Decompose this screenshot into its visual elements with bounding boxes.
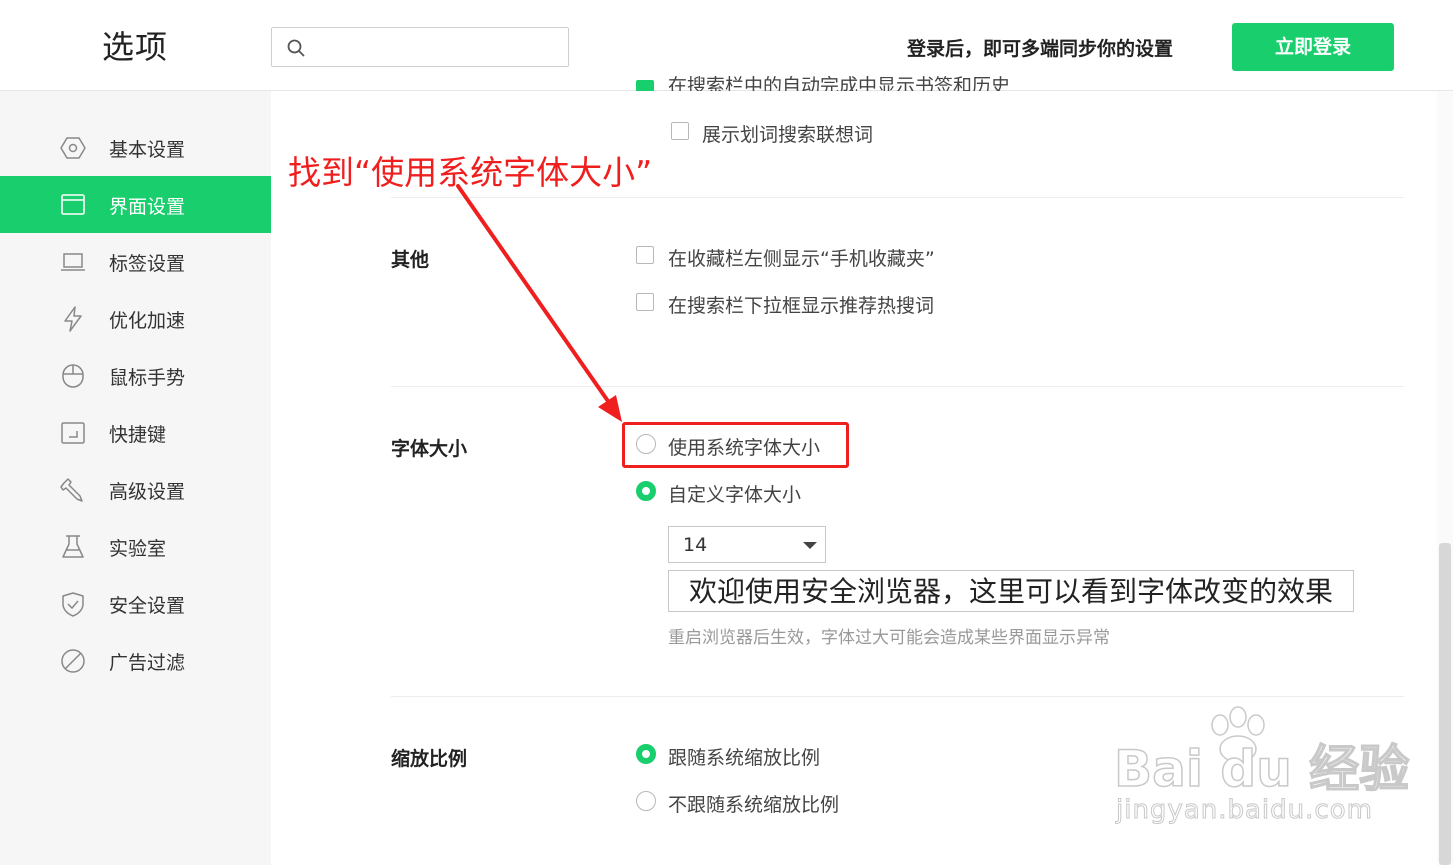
font-size-value: 14	[683, 534, 708, 556]
sidebar: 基本设置 界面设置 标签设置 优化加速 鼠标手势 快捷键 高级设置 实验室 安全…	[0, 91, 271, 865]
sidebar-item-label: 实验室	[109, 538, 167, 560]
no-follow-zoom-label: 不跟随系统缩放比例	[668, 794, 840, 816]
annotation-text: 找到“使用系统字体大小”	[288, 153, 653, 192]
page-title: 选项	[102, 28, 169, 66]
font-size-select[interactable]: 14	[668, 526, 826, 563]
sidebar-item-tab-settings[interactable]: 标签设置	[0, 233, 271, 290]
wrench-icon	[60, 478, 83, 502]
no-follow-zoom-radio[interactable]	[636, 791, 656, 811]
watermark-brand-text: Bai du 经验	[1113, 739, 1410, 799]
section-divider	[391, 197, 1404, 198]
search-input[interactable]	[314, 34, 558, 62]
gear-icon	[60, 137, 86, 159]
section-label-other: 其他	[391, 249, 430, 271]
ban-icon	[61, 649, 85, 673]
keyboard-icon	[61, 422, 85, 444]
sidebar-item-advanced[interactable]: 高级设置	[0, 461, 271, 518]
font-preview-box: 欢迎使用安全浏览器，这里可以看到字体改变的效果	[668, 570, 1354, 612]
chevron-down-icon	[803, 542, 817, 549]
search-box[interactable]	[271, 27, 569, 67]
sidebar-item-basic-settings[interactable]: 基本设置	[0, 119, 271, 176]
sidebar-item-interface-settings[interactable]: 界面设置	[0, 176, 271, 233]
window-icon	[61, 194, 85, 215]
sidebar-item-label: 高级设置	[109, 481, 186, 503]
baidu-jingyan-watermark: Bai du 经验 jingyan.baidu.com	[1110, 705, 1410, 835]
suggest-words-checkbox[interactable]	[671, 122, 689, 140]
search-icon	[287, 39, 305, 57]
scroll-clip	[630, 91, 1190, 101]
tab-icon	[61, 253, 85, 271]
sidebar-item-label: 安全设置	[109, 595, 186, 617]
follow-system-zoom-radio[interactable]	[636, 744, 656, 764]
section-divider	[391, 386, 1404, 387]
mobile-favorites-checkbox[interactable]	[636, 246, 654, 264]
sidebar-item-label: 广告过滤	[109, 652, 186, 674]
suggest-words-label: 展示划词搜索联想词	[702, 124, 874, 146]
section-label-font-size: 字体大小	[391, 438, 468, 460]
mouse-icon	[62, 364, 84, 388]
sidebar-item-security[interactable]: 安全设置	[0, 575, 271, 632]
sidebar-item-shortcuts[interactable]: 快捷键	[0, 404, 271, 461]
section-divider	[391, 696, 1404, 697]
hot-search-label: 在搜索栏下拉框显示推荐热搜词	[668, 295, 935, 317]
flask-icon	[62, 535, 84, 558]
mobile-favorites-label: 在收藏栏左侧显示“手机收藏夹”	[668, 248, 935, 270]
watermark-url-text: jingyan.baidu.com	[1116, 795, 1373, 826]
sidebar-item-label: 基本设置	[109, 139, 186, 161]
shield-icon	[62, 592, 84, 617]
follow-system-zoom-label: 跟随系统缩放比例	[668, 747, 821, 769]
lightning-icon	[64, 306, 82, 332]
custom-font-size-label: 自定义字体大小	[668, 484, 802, 506]
sidebar-item-ad-filter[interactable]: 广告过滤	[0, 632, 271, 689]
sidebar-item-label: 鼠标手势	[109, 367, 186, 389]
font-size-hint: 重启浏览器后生效，字体过大可能会造成某些界面显示异常	[668, 628, 1110, 648]
hot-search-checkbox[interactable]	[636, 293, 654, 311]
sidebar-item-label: 标签设置	[109, 253, 186, 275]
scrollbar-thumb[interactable]	[1439, 543, 1451, 865]
sidebar-item-label: 优化加速	[109, 310, 186, 332]
sidebar-item-label: 快捷键	[109, 424, 167, 446]
sync-hint-text: 登录后，即可多端同步你的设置	[907, 38, 1174, 60]
login-button[interactable]: 立即登录	[1232, 23, 1394, 71]
sidebar-item-optimize[interactable]: 优化加速	[0, 290, 271, 347]
custom-font-size-radio[interactable]	[636, 481, 656, 501]
sidebar-item-lab[interactable]: 实验室	[0, 518, 271, 575]
sidebar-item-label: 界面设置	[109, 196, 186, 218]
section-label-zoom: 缩放比例	[391, 748, 468, 770]
sidebar-item-mouse-gesture[interactable]: 鼠标手势	[0, 347, 271, 404]
annotation-highlight-box	[622, 422, 849, 468]
